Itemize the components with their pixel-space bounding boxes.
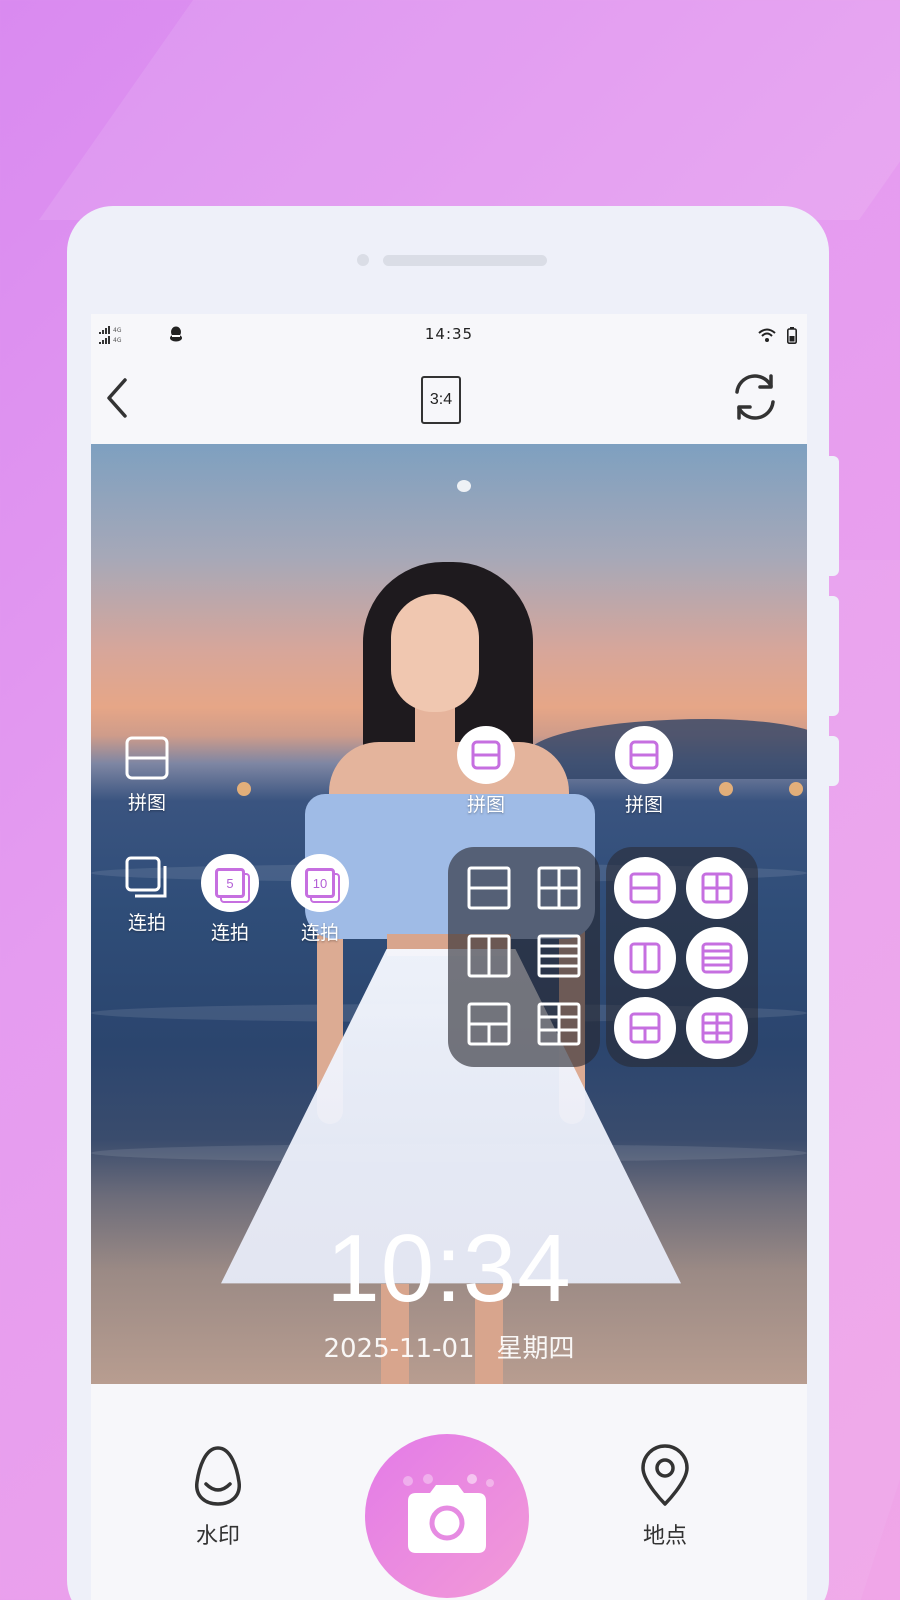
collage-icon — [615, 726, 673, 784]
layout-4-grid-icon[interactable] — [536, 865, 582, 911]
collage-layout-panel — [448, 847, 600, 1067]
side-button — [829, 456, 839, 576]
speaker-bar — [383, 255, 547, 266]
burst-5-tool[interactable]: 5 连拍 — [201, 854, 259, 945]
burst-5-icon: 5 — [201, 854, 259, 912]
burst-label: 连拍 — [127, 912, 166, 934]
burst-count: 10 — [305, 868, 335, 898]
layout-2-vertical-icon[interactable] — [614, 927, 676, 989]
collage-tool-circle[interactable]: 拼图 — [457, 726, 515, 817]
camera-flip-button[interactable] — [731, 370, 779, 424]
phone-frame: 4G 4G 14:35 3:4 拼图 拼图 拼图 连拍 5 连拍 10 连拍 1… — [67, 206, 839, 1600]
layout-6-grid-icon[interactable] — [536, 1001, 582, 1047]
status-clock: 14:35 — [424, 325, 474, 343]
burst-icon — [125, 856, 167, 898]
shutter-button[interactable] — [365, 1434, 529, 1598]
watermark-date-line: 2025-11-01 星期四 — [91, 1328, 807, 1365]
status-bar: 4G 4G 14:35 — [91, 314, 807, 354]
bokeh-light — [719, 782, 733, 796]
collage-icon — [457, 726, 515, 784]
side-button — [829, 596, 839, 716]
burst-label: 连拍 — [210, 922, 249, 944]
layout-4-rows-icon[interactable] — [536, 933, 582, 979]
collage-label: 拼图 — [127, 792, 166, 814]
app-screen: 4G 4G 14:35 3:4 拼图 拼图 拼图 连拍 5 连拍 10 连拍 1… — [91, 314, 807, 1600]
location-button[interactable]: 地点 — [637, 1444, 693, 1550]
wifi-icon — [758, 328, 776, 342]
watermark-date: 2025-11-01 — [323, 1334, 475, 1364]
bokeh-light — [789, 782, 803, 796]
burst-count: 5 — [215, 868, 245, 898]
watermark-button[interactable]: 水印 — [191, 1444, 245, 1550]
layout-3-mixed-icon[interactable] — [466, 1001, 512, 1047]
collage-label: 拼图 — [624, 794, 663, 816]
location-label: 地点 — [642, 1524, 687, 1549]
burst-10-tool[interactable]: 10 连拍 — [291, 854, 349, 945]
background-shape — [38, 0, 900, 220]
layout-2-horizontal-icon[interactable] — [466, 865, 512, 911]
watermark-weekday: 星期四 — [496, 1334, 575, 1364]
watermark-label: 水印 — [195, 1524, 240, 1549]
battery-icon — [787, 327, 797, 344]
aspect-ratio-button[interactable]: 3:4 — [421, 376, 461, 424]
layout-2-horizontal-icon[interactable] — [614, 857, 676, 919]
collage-tool-plain[interactable]: 拼图 — [123, 734, 171, 815]
camera-dot — [357, 254, 369, 266]
collage-label: 拼图 — [466, 794, 505, 816]
layout-4-grid-icon[interactable] — [686, 857, 748, 919]
camera-icon — [403, 1474, 494, 1553]
figure-shoulders — [329, 742, 569, 802]
layout-3-mixed-icon[interactable] — [614, 997, 676, 1059]
burst-label: 连拍 — [300, 922, 339, 944]
burst-tool-plain[interactable]: 连拍 — [123, 854, 171, 935]
side-button — [829, 736, 839, 786]
layout-6-grid-icon[interactable] — [686, 997, 748, 1059]
location-pin-icon — [641, 1444, 689, 1506]
layout-4-rows-icon[interactable] — [686, 927, 748, 989]
layout-2-vertical-icon[interactable] — [466, 933, 512, 979]
collage-icon — [125, 736, 169, 780]
bottom-toolbar: 水印 地点 — [91, 1384, 807, 1600]
collage-tool-circle-alt[interactable]: 拼图 — [615, 726, 673, 817]
burst-10-icon: 10 — [291, 854, 349, 912]
camera-preview[interactable]: 拼图 拼图 拼图 连拍 5 连拍 10 连拍 10:34 2025-11-01 … — [91, 444, 807, 1384]
back-button[interactable] — [99, 374, 135, 422]
watermark-time: 10:34 — [326, 1215, 572, 1322]
collage-layout-panel-alt — [606, 847, 758, 1067]
figure-face — [391, 594, 479, 712]
focus-dot — [457, 480, 471, 492]
avocado-watermark-icon — [195, 1446, 241, 1506]
bokeh-light — [237, 782, 251, 796]
